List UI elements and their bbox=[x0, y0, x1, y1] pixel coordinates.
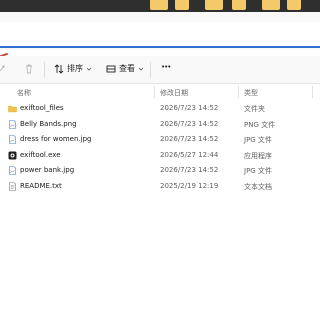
file-modified: 2026/7/23 14:52 bbox=[160, 104, 219, 112]
image-file-icon bbox=[8, 119, 17, 129]
file-modified: 2025/2/19 12:19 bbox=[160, 181, 219, 190]
sort-icon bbox=[54, 63, 64, 74]
file-modified: 2026/7/23 14:52 bbox=[160, 119, 219, 128]
file-row[interactable]: README.txt 2025/2/19 12:19 文本文档 bbox=[0, 179, 320, 195]
file-modified: 2026/7/23 14:52 bbox=[160, 166, 219, 174]
window-thumbnail[interactable] bbox=[150, 0, 168, 10]
folder-icon bbox=[8, 104, 17, 113]
column-modified[interactable]: 修改日期 bbox=[160, 88, 188, 98]
file-type: 应用程序 bbox=[244, 151, 272, 160]
view-button[interactable]: 查看 bbox=[106, 63, 144, 74]
file-name: dress for women.jpg bbox=[20, 135, 92, 143]
sort-button[interactable]: 排序 bbox=[54, 63, 92, 74]
file-type: 文件夹 bbox=[244, 105, 265, 113]
share-icon bbox=[0, 63, 8, 73]
file-list: exiftool_files 2026/7/23 14:52 文件夹 Belly… bbox=[0, 101, 320, 194]
command-bar: 排序 查看 ••• bbox=[0, 56, 320, 84]
chevron-down-icon bbox=[138, 66, 144, 72]
file-row[interactable]: Belly Bands.png 2026/7/23 14:52 PNG 文件 bbox=[0, 117, 320, 133]
column-type[interactable]: 类型 bbox=[244, 88, 258, 98]
column-name[interactable]: 名称 bbox=[17, 88, 31, 98]
delete-button[interactable] bbox=[24, 63, 34, 74]
image-file-icon bbox=[8, 135, 17, 144]
window-thumbnail[interactable] bbox=[262, 0, 280, 10]
file-row[interactable]: exiftool_files 2026/7/23 14:52 文件夹 bbox=[0, 101, 320, 117]
address-bar[interactable] bbox=[0, 22, 320, 48]
window-thumbnail[interactable] bbox=[175, 0, 189, 10]
column-divider[interactable] bbox=[312, 86, 313, 98]
file-type: PNG 文件 bbox=[244, 120, 276, 129]
more-icon: ••• bbox=[161, 63, 171, 71]
column-divider[interactable] bbox=[154, 86, 155, 98]
window-thumbnail[interactable] bbox=[232, 0, 246, 10]
window-thumbnail[interactable] bbox=[205, 0, 223, 10]
file-name: Belly Bands.png bbox=[20, 119, 77, 128]
view-label: 查看 bbox=[119, 64, 135, 73]
exe-app-icon bbox=[8, 151, 17, 160]
share-button[interactable] bbox=[0, 63, 8, 73]
column-header: 名称 修改日期 类型 bbox=[0, 86, 320, 100]
file-modified: 2026/7/23 14:52 bbox=[160, 135, 219, 143]
file-row[interactable]: exiftool.exe 2026/5/27 12:44 应用程序 bbox=[0, 148, 320, 164]
file-name: exiftool_files bbox=[20, 104, 64, 112]
sort-label: 排序 bbox=[67, 64, 83, 73]
file-type: 文本文档 bbox=[244, 182, 272, 191]
file-name: power bank.jpg bbox=[20, 166, 75, 174]
image-file-icon bbox=[8, 166, 17, 175]
file-row[interactable]: power bank.jpg 2026/7/23 14:52 JPG 文件 bbox=[0, 163, 320, 179]
more-options-button[interactable]: ••• bbox=[161, 63, 171, 71]
column-divider[interactable] bbox=[238, 86, 239, 98]
file-row[interactable]: dress for women.jpg 2026/7/23 14:52 JPG … bbox=[0, 132, 320, 148]
file-name: README.txt bbox=[20, 181, 62, 190]
window-thumbnail[interactable] bbox=[287, 0, 301, 10]
view-icon bbox=[106, 64, 116, 74]
toolbar-divider bbox=[150, 62, 151, 78]
file-modified: 2026/5/27 12:44 bbox=[160, 150, 219, 159]
chevron-down-icon bbox=[86, 66, 92, 72]
toolbar-divider bbox=[44, 62, 45, 78]
file-type: JPG 文件 bbox=[244, 136, 272, 144]
file-name: exiftool.exe bbox=[20, 150, 61, 159]
top-strip bbox=[0, 0, 320, 12]
trash-icon bbox=[24, 63, 34, 74]
text-file-icon bbox=[8, 181, 17, 191]
file-type: JPG 文件 bbox=[244, 167, 272, 175]
